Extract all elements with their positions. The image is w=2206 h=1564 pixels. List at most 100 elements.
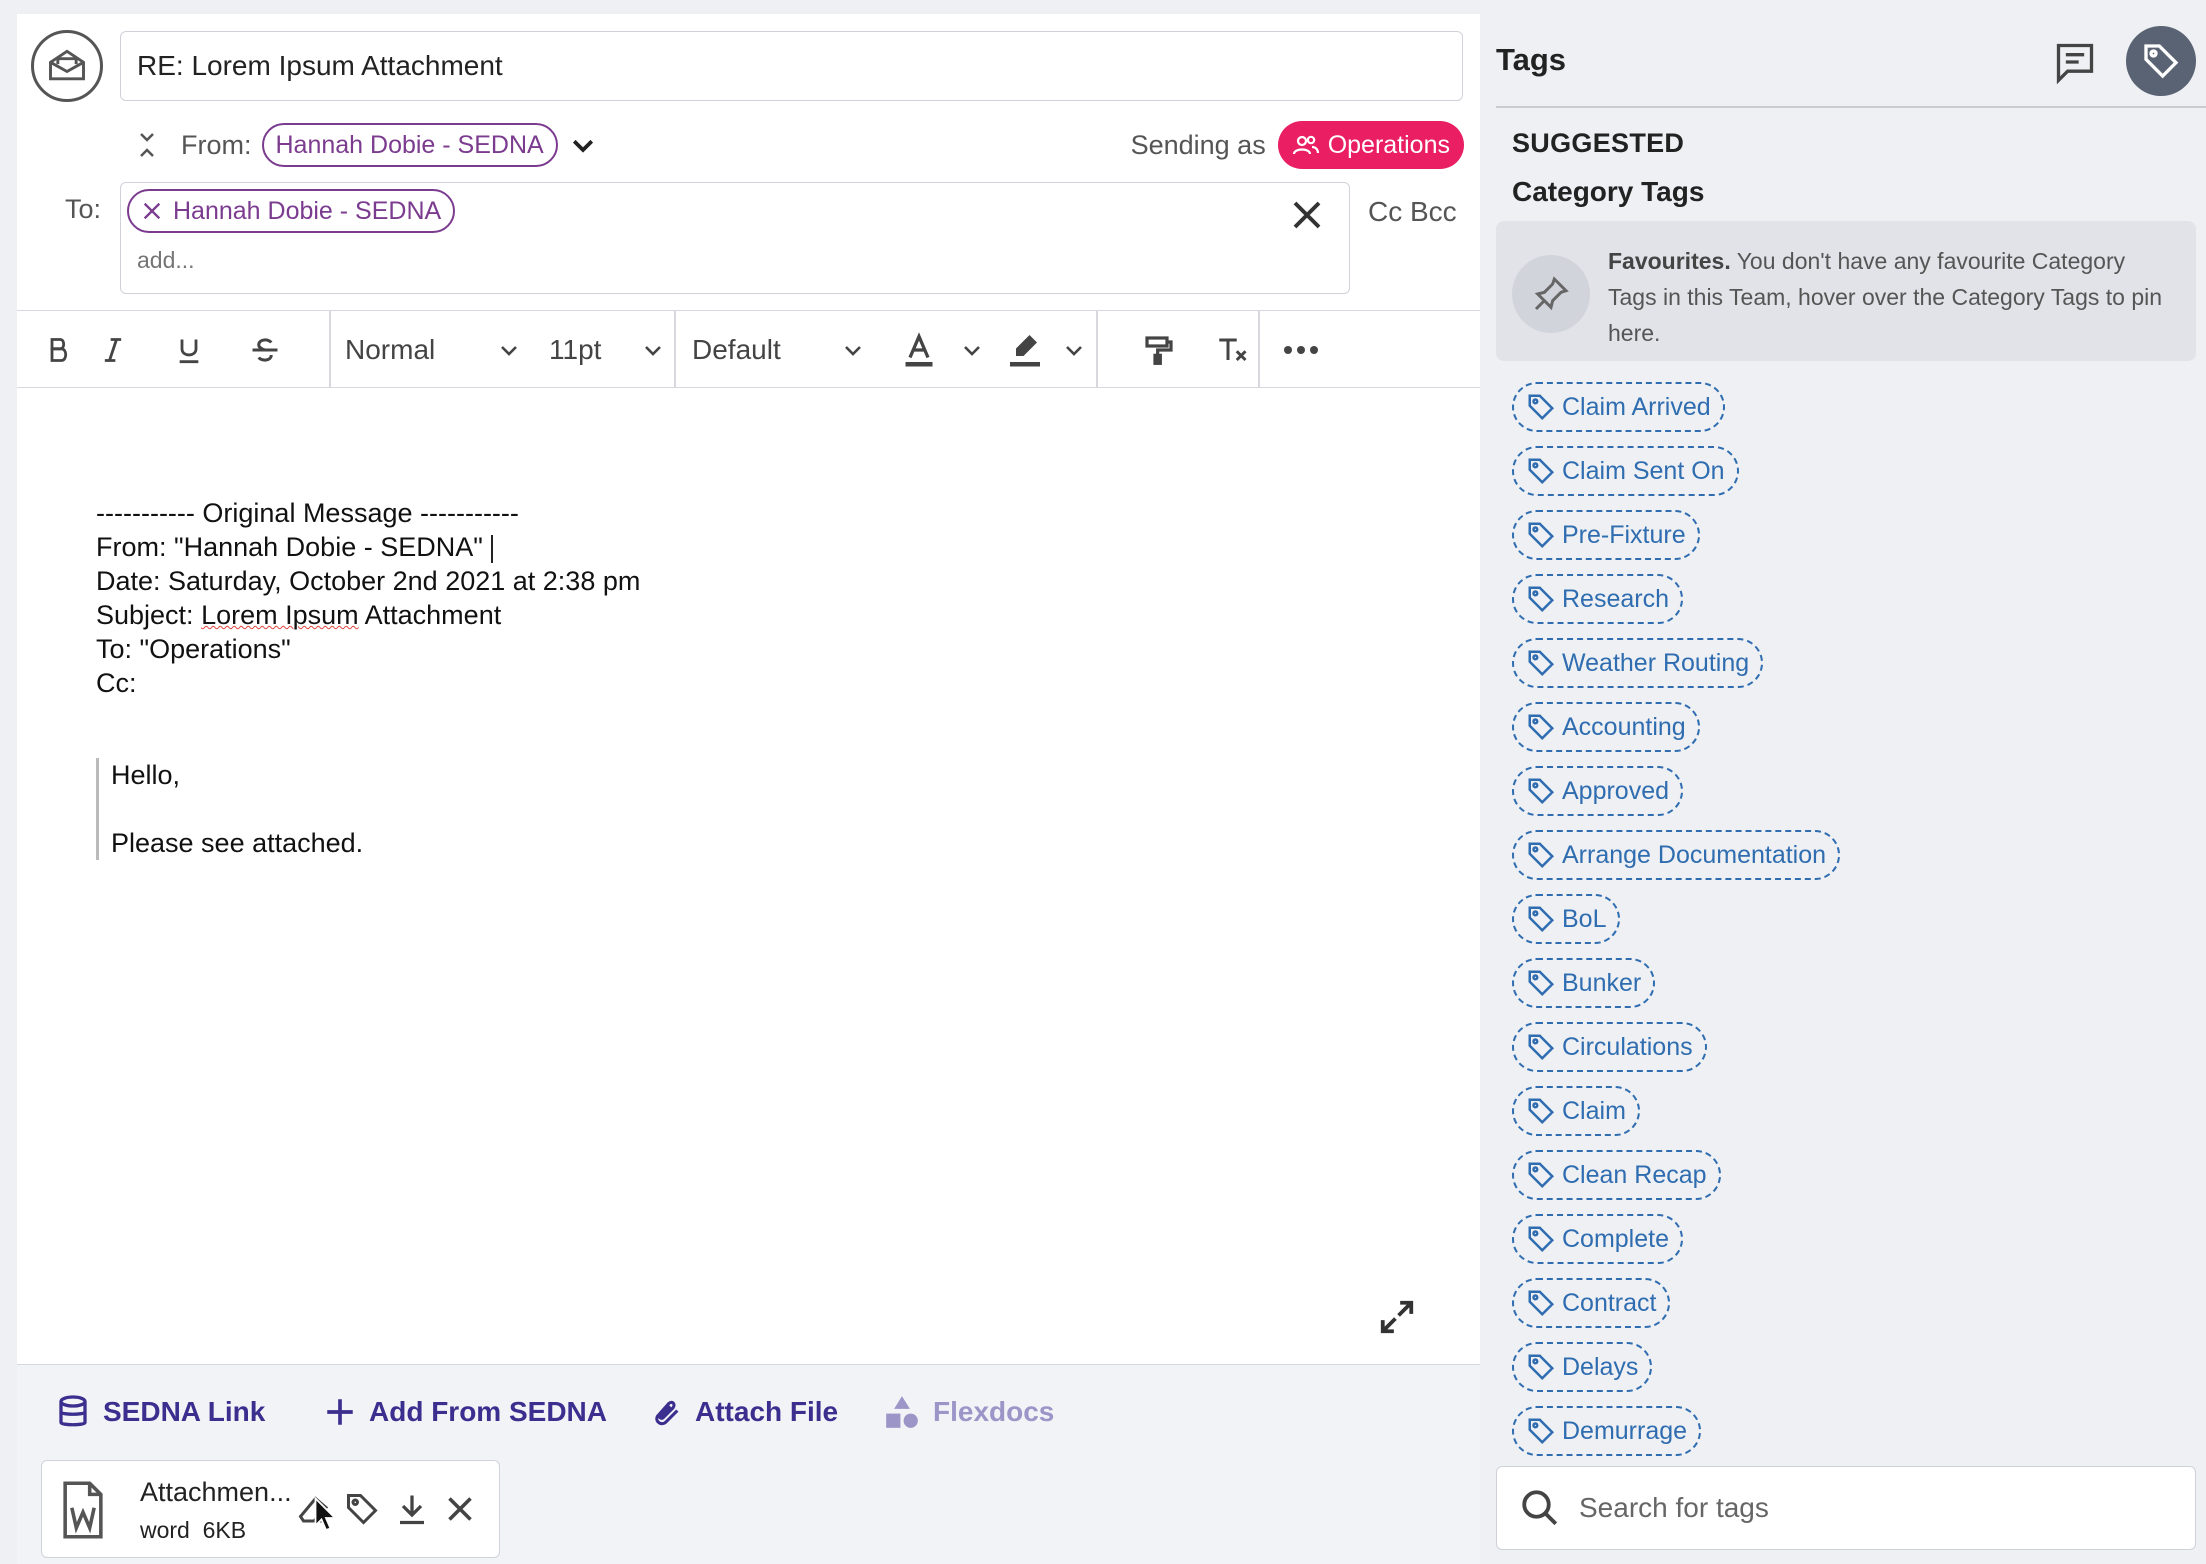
highlight-color-icon[interactable] [1003, 311, 1047, 389]
tag-icon [1528, 1098, 1555, 1125]
category-tag[interactable]: Bunker [1512, 958, 1656, 1008]
category-tag[interactable]: Delays [1512, 1342, 1653, 1392]
category-tag-label: Accounting [1562, 712, 1686, 741]
tag-icon[interactable] [344, 1491, 380, 1527]
tag-icon [1528, 522, 1555, 549]
tag-search[interactable] [1496, 1466, 2196, 1550]
category-tag[interactable]: Circulations [1512, 1022, 1707, 1072]
tags-panel-title: Tags [1496, 42, 1567, 77]
to-chip-label: Hannah Dobie - SEDNA [173, 196, 442, 225]
category-tag-label: BoL [1562, 904, 1607, 933]
word-file-icon [63, 1481, 103, 1539]
tag-icon [1528, 650, 1555, 677]
operations-team-badge[interactable]: Operations [1277, 121, 1464, 169]
category-tag[interactable]: Arrange Documentation [1512, 830, 1841, 880]
original-from-line: From: "Hannah Dobie - SEDNA" [96, 530, 640, 564]
category-tag-label: Demurrage [1562, 1416, 1688, 1445]
chevron-down-icon[interactable] [568, 130, 598, 160]
download-icon[interactable] [394, 1491, 430, 1527]
email-composer: RE: Lorem Ipsum Attachment From: Hannah … [17, 14, 1480, 1564]
text-style-select[interactable]: Normal [345, 311, 521, 389]
category-tag[interactable]: Weather Routing [1512, 638, 1764, 688]
attach-file-button[interactable]: Attach File [649, 1389, 838, 1435]
from-chip[interactable]: Hannah Dobie - SEDNA [261, 123, 558, 167]
tag-icon [1528, 778, 1555, 805]
clear-recipients-icon[interactable] [1289, 197, 1325, 233]
category-tag-label: Contract [1562, 1288, 1657, 1317]
chevron-down-icon[interactable] [955, 311, 989, 389]
subject-input[interactable]: RE: Lorem Ipsum Attachment [120, 31, 1463, 101]
sedna-link-button[interactable]: SEDNA Link [55, 1389, 265, 1435]
suggested-heading: SUGGESTED [1512, 128, 1685, 158]
category-tag[interactable]: Clean Recap [1512, 1150, 1721, 1200]
comments-icon[interactable] [2053, 40, 2097, 84]
add-recipient-input[interactable] [137, 247, 537, 274]
cc-bcc-toggle[interactable]: Cc Bcc [1368, 196, 1457, 228]
attachment-card[interactable]: Attachmen... word 6KB [41, 1460, 500, 1558]
more-options-icon[interactable] [1279, 311, 1323, 389]
category-tag-label: Pre-Fixture [1562, 520, 1686, 549]
category-tag[interactable]: Pre-Fixture [1512, 510, 1700, 560]
attachment-type: word [140, 1517, 190, 1543]
text-color-icon[interactable] [899, 311, 939, 389]
formatting-toolbar: Normal 11pt Default [17, 310, 1480, 389]
to-label: To: [65, 194, 102, 224]
tag-icon [1528, 1226, 1555, 1253]
category-tag[interactable]: Approved [1512, 766, 1684, 816]
composer-actions: SEDNA Link Add From SEDNA Attach File Fl… [17, 1364, 1480, 1564]
category-tag-label: Weather Routing [1562, 648, 1750, 677]
font-family-select[interactable]: Default [692, 311, 865, 389]
attachment-meta: word 6KB [140, 1517, 246, 1544]
category-tag[interactable]: Claim [1512, 1086, 1640, 1136]
to-chip[interactable]: Hannah Dobie - SEDNA [127, 189, 456, 233]
favourites-bold: Favourites. [1608, 248, 1731, 274]
tags-tab-button[interactable] [2126, 26, 2196, 96]
collapse-icon[interactable] [135, 130, 159, 160]
original-message-divider: ----------- Original Message ----------- [96, 498, 519, 528]
category-tag-label: Clean Recap [1562, 1160, 1707, 1189]
envelope-icon [31, 30, 103, 102]
chevron-down-icon [844, 346, 861, 356]
category-tag[interactable]: Complete [1512, 1214, 1683, 1264]
subject-prefix: Subject: [96, 600, 202, 630]
category-tag[interactable]: Claim Arrived [1512, 382, 1725, 432]
quoted-message: Hello, Please see attached. [96, 758, 363, 860]
category-tag-label: Approved [1562, 776, 1670, 805]
remove-recipient-icon[interactable] [141, 200, 163, 222]
underline-icon[interactable] [167, 311, 211, 389]
format-painter-icon[interactable] [1139, 311, 1179, 389]
original-date-line: Date: Saturday, October 2nd 2021 at 2:38… [96, 566, 641, 596]
search-tags-input[interactable] [1579, 1485, 2159, 1531]
category-tag[interactable]: BoL [1512, 894, 1621, 944]
text-style-value: Normal [345, 334, 436, 365]
category-tag-label: Delays [1562, 1352, 1639, 1381]
remove-attachment-icon[interactable] [442, 1491, 478, 1527]
strikethrough-icon[interactable] [243, 311, 287, 389]
category-tags-heading: Category Tags [1512, 176, 1705, 207]
tag-icon [1528, 1290, 1555, 1317]
tag-icon [1528, 714, 1555, 741]
chevron-down-icon [501, 346, 518, 356]
original-cc-line: Cc: [96, 668, 137, 698]
search-icon [1522, 1490, 1558, 1526]
original-from-text: From: "Hannah Dobie - SEDNA" [96, 532, 483, 562]
font-size-select[interactable]: 11pt [549, 311, 665, 389]
category-tag[interactable]: Research [1512, 574, 1683, 624]
flexdocs-label: Flexdocs [933, 1396, 1055, 1427]
attachment-size: 6KB [202, 1517, 247, 1543]
clear-formatting-icon[interactable] [1213, 311, 1253, 389]
italic-icon[interactable] [91, 311, 135, 389]
bold-icon[interactable] [37, 311, 81, 389]
chevron-down-icon[interactable] [1057, 311, 1091, 389]
add-from-sedna-button[interactable]: Add From SEDNA [323, 1389, 607, 1435]
shapes-icon [886, 1396, 918, 1428]
flexdocs-button[interactable]: Flexdocs [883, 1389, 1054, 1435]
message-body-editor[interactable]: ----------- Original Message -----------… [17, 388, 1480, 1378]
category-tag-label: Research [1562, 584, 1669, 613]
expand-icon[interactable] [1378, 1298, 1416, 1336]
category-tag[interactable]: Accounting [1512, 702, 1700, 752]
category-tag[interactable]: Claim Sent On [1512, 446, 1739, 496]
category-tag[interactable]: Demurrage [1512, 1406, 1702, 1456]
to-recipients-field[interactable]: Hannah Dobie - SEDNA [120, 182, 1350, 294]
category-tag[interactable]: Contract [1512, 1278, 1671, 1328]
